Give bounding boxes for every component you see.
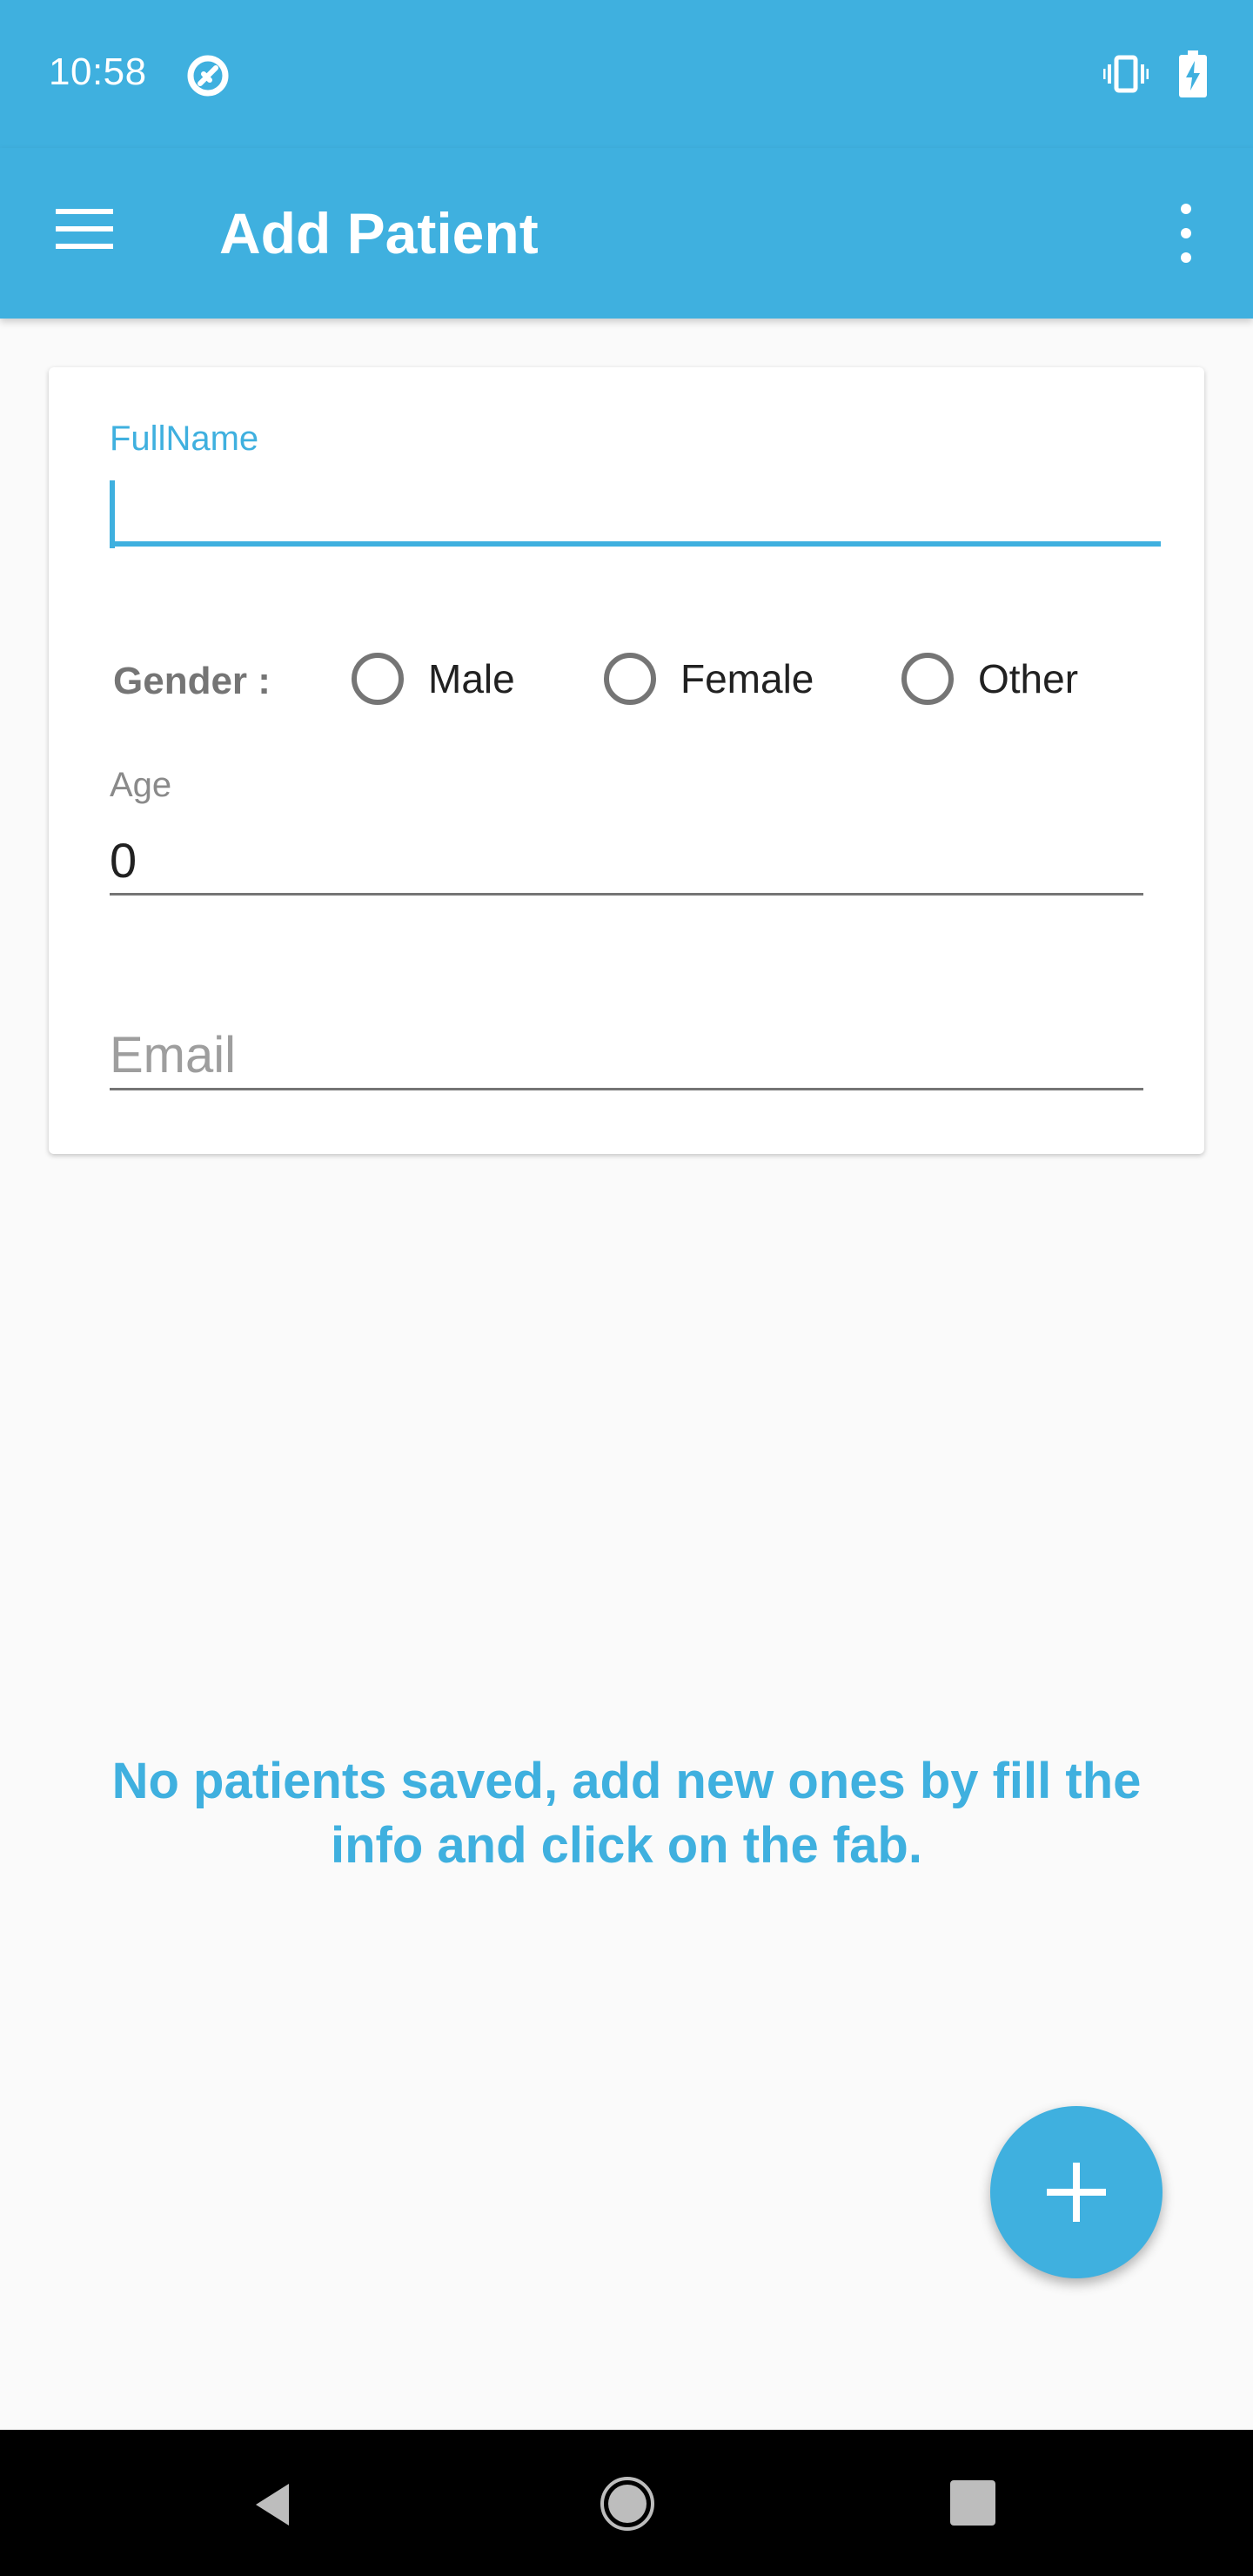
radio-unchecked-icon[interactable] [352,653,404,705]
plus-icon [1047,2163,1106,2222]
gender-radio-female[interactable]: Female [604,644,814,714]
email-input[interactable] [110,1022,1143,1090]
gender-radio-male[interactable]: Male [352,644,515,714]
patient-form-card: FullName Gender : Male Female Other Age [49,367,1204,1154]
recents-icon[interactable] [948,2479,997,2527]
gender-option-label: Male [428,656,515,701]
status-time: 10:58 [49,50,147,93]
gender-radio-other[interactable]: Other [901,644,1078,714]
radio-unchecked-icon[interactable] [604,653,656,705]
notification-icon [187,55,229,97]
app-bar: Add Patient [0,148,1253,319]
more-vert-icon[interactable] [1164,197,1208,270]
menu-icon[interactable] [49,202,120,256]
home-icon[interactable] [599,2475,656,2532]
fullname-label: FullName [110,419,259,458]
page-title: Add Patient [219,201,539,265]
back-icon[interactable] [249,2479,301,2531]
gender-option-label: Female [680,656,814,701]
battery-charging-icon [1179,50,1207,97]
gender-option-label: Other [978,656,1079,701]
radio-unchecked-icon[interactable] [901,653,954,705]
vibrate-icon [1103,55,1149,93]
status-bar: 10:58 [0,0,1253,148]
age-label: Age [110,766,172,804]
system-navigation-bar [0,2430,1253,2576]
add-patient-fab[interactable] [990,2106,1163,2278]
age-input[interactable] [110,827,1143,896]
gender-label: Gender : [113,660,271,702]
empty-state-message: No patients saved, add new ones by fill … [111,1753,1142,1874]
fullname-input[interactable] [110,479,1161,547]
text-cursor [110,480,115,548]
